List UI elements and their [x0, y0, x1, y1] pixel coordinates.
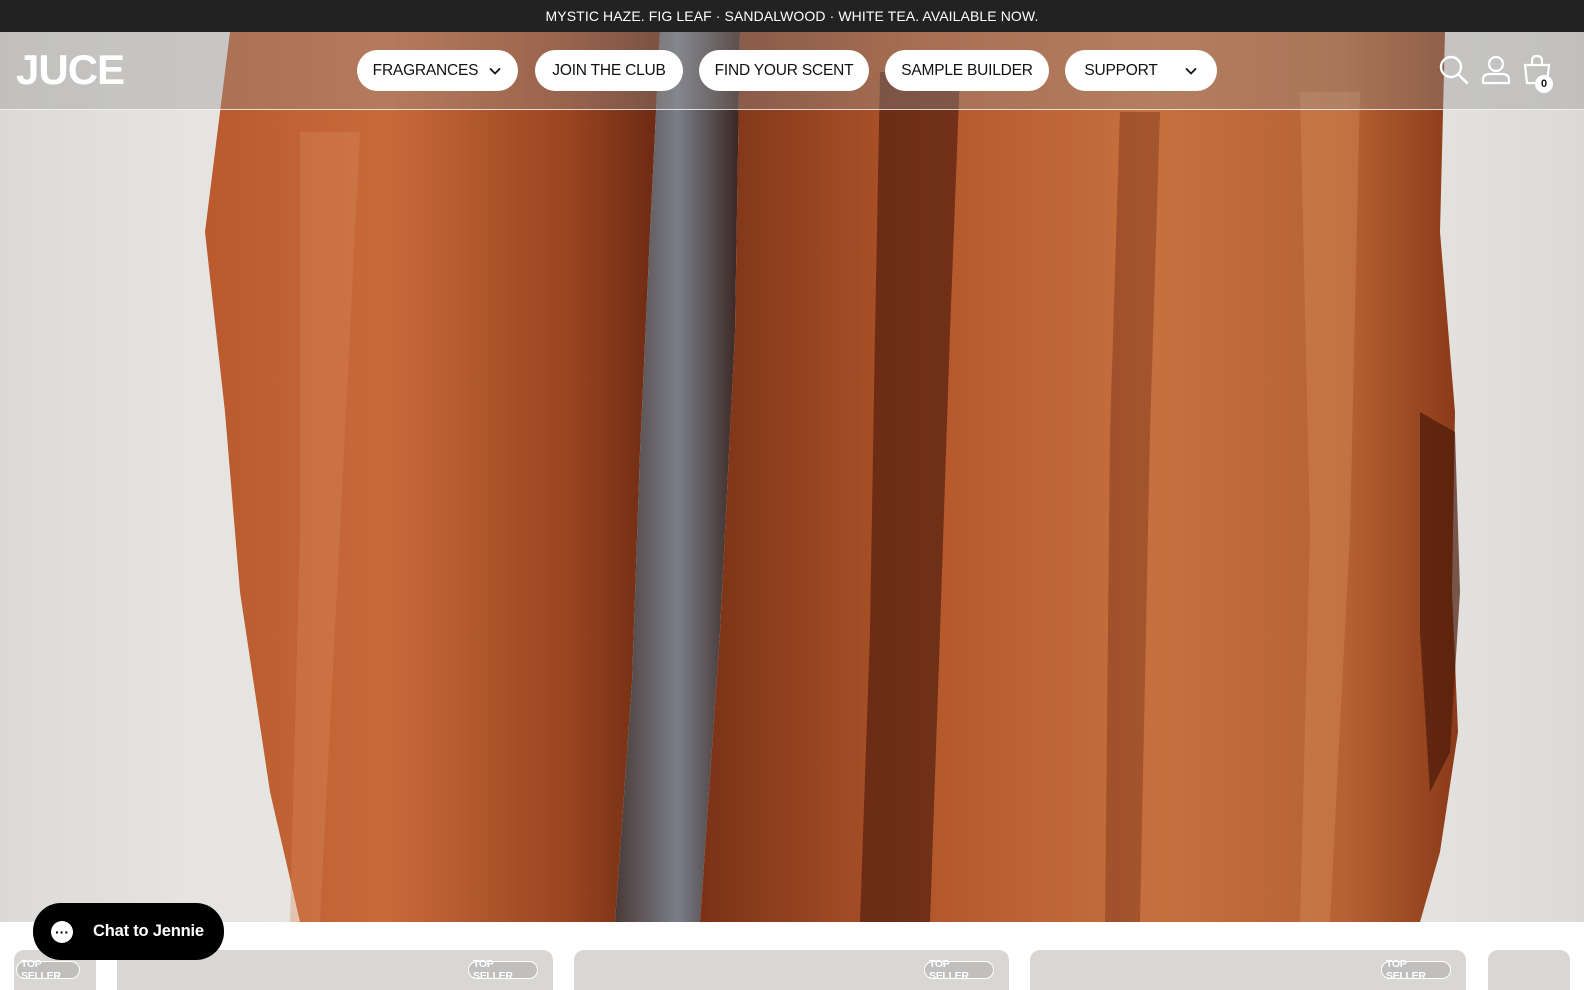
product-card[interactable]	[1488, 950, 1570, 990]
nav-support[interactable]: SUPPORT	[1065, 50, 1217, 91]
cart-count-badge: 0	[1535, 75, 1553, 93]
top-seller-badge: TOP SELLER	[1381, 958, 1451, 982]
nav-support-label: SUPPORT	[1084, 61, 1158, 79]
top-seller-badge: TOP SELLER	[16, 958, 80, 982]
user-icon[interactable]	[1480, 54, 1512, 86]
chevron-down-icon	[1184, 64, 1198, 78]
hero-image	[0, 32, 1584, 922]
brand-logo[interactable]: JUCE	[16, 49, 125, 91]
nav-find-your-scent[interactable]: FIND YOUR SCENT	[699, 50, 869, 91]
nav-sample-label: SAMPLE BUILDER	[901, 61, 1033, 79]
announcement-text[interactable]: MYSTIC HAZE. FIG LEAF · SANDALWOOD · WHI…	[546, 8, 1039, 24]
nav-sample-builder[interactable]: SAMPLE BUILDER	[885, 50, 1049, 91]
announcement-bar[interactable]: MYSTIC HAZE. FIG LEAF · SANDALWOOD · WHI…	[0, 0, 1584, 32]
top-seller-badge: TOP SELLER	[468, 958, 538, 982]
chat-widget-button[interactable]: ··· Chat to Jennie	[33, 903, 224, 960]
top-seller-badge: TOP SELLER	[924, 958, 994, 982]
hero-wood-sculpture	[205, 32, 1460, 922]
nav-fragrances[interactable]: FRAGRANCES	[357, 50, 518, 91]
nav-fragrances-label: FRAGRANCES	[372, 61, 479, 79]
nav-join-the-club[interactable]: JOIN THE CLUB	[535, 50, 683, 91]
chevron-down-icon	[488, 64, 502, 78]
chat-label: Chat to Jennie	[93, 922, 204, 940]
nav-join-label: JOIN THE CLUB	[552, 61, 666, 79]
chat-bubble-icon: ···	[51, 920, 73, 943]
nav-find-label: FIND YOUR SCENT	[714, 61, 854, 79]
search-icon[interactable]	[1438, 54, 1470, 86]
